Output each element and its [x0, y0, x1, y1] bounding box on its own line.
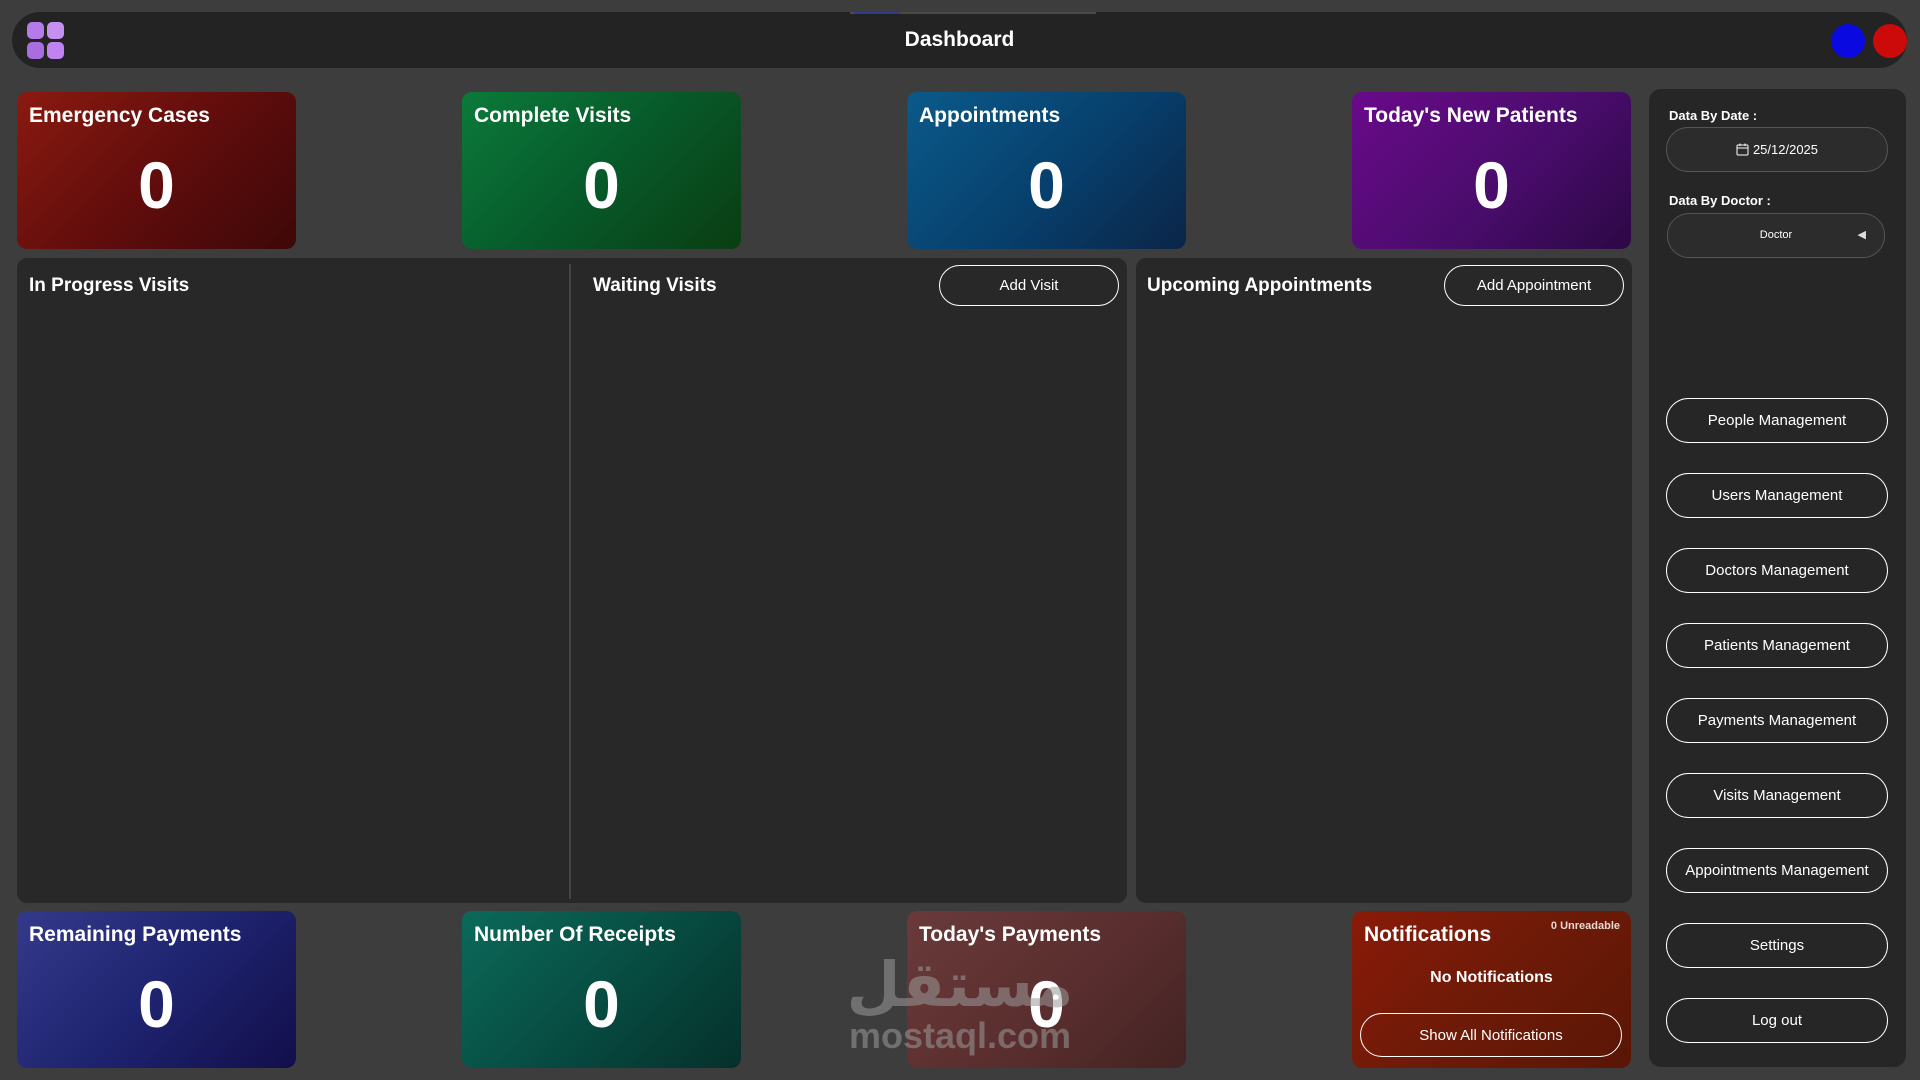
- unread-count: 0 Unreadable: [1550, 920, 1620, 932]
- card-value: 0: [1028, 148, 1065, 222]
- card-value: 0: [1473, 148, 1510, 222]
- in-progress-visits-title: In Progress Visits: [29, 275, 190, 296]
- remaining-payments-card: Remaining Payments 0: [17, 911, 296, 1068]
- doctor-filter-label: Data By Doctor :: [1669, 193, 1771, 208]
- card-value: 0: [138, 148, 175, 222]
- add-visit-button[interactable]: Add Visit: [939, 265, 1119, 306]
- date-filter-label: Data By Date :: [1669, 108, 1758, 123]
- close-button[interactable]: [1873, 24, 1907, 58]
- appointments-management-button[interactable]: Appointments Management: [1666, 848, 1888, 893]
- card-label: Complete Visits: [474, 104, 632, 127]
- title-bar-accent: [850, 12, 1096, 14]
- minimize-button[interactable]: [1831, 24, 1865, 58]
- show-all-notifications-button[interactable]: Show All Notifications: [1360, 1013, 1622, 1057]
- caret-left-icon: ◀: [1857, 229, 1866, 241]
- upcoming-appointments-title: Upcoming Appointments: [1147, 275, 1373, 296]
- doctors-management-button[interactable]: Doctors Management: [1666, 548, 1888, 593]
- card-label: Emergency Cases: [29, 104, 210, 127]
- panel-divider: [569, 264, 571, 899]
- waiting-visits-title: Waiting Visits: [593, 275, 717, 296]
- complete-visits-card: Complete Visits 0: [462, 92, 741, 249]
- notifications-card: Notifications 0 Unreadable No Notificati…: [1352, 911, 1631, 1068]
- card-label: Today's Payments: [919, 923, 1102, 946]
- people-management-button[interactable]: People Management: [1666, 398, 1888, 443]
- appointments-card: Appointments 0: [907, 92, 1186, 249]
- card-value: 0: [138, 967, 175, 1041]
- card-value: 0: [583, 148, 620, 222]
- settings-button[interactable]: Settings: [1666, 923, 1888, 968]
- number-of-receipts-card: Number Of Receipts 0: [462, 911, 741, 1068]
- card-label: Today's New Patients: [1364, 104, 1578, 127]
- visits-panel: In Progress Visits Waiting Visits Add Vi…: [17, 258, 1127, 903]
- visits-management-button[interactable]: Visits Management: [1666, 773, 1888, 818]
- card-label: Notifications: [1364, 923, 1492, 946]
- card-label: Number Of Receipts: [474, 923, 676, 946]
- card-label: Remaining Payments: [29, 923, 242, 946]
- watermark: مستقل mostaql.com: [840, 950, 1080, 1060]
- upcoming-appointments-panel: Upcoming Appointments Add Appointment: [1136, 258, 1632, 903]
- page-title: Dashboard: [904, 28, 1015, 51]
- new-patients-card: Today's New Patients 0: [1352, 92, 1631, 249]
- no-notifications-text: No Notifications: [1430, 969, 1553, 986]
- watermark-latin: mostaql.com: [848, 1015, 1072, 1056]
- card-label: Appointments: [919, 104, 1061, 127]
- sidebar: Data By Date : 25/12/2025 Data By Doctor…: [1649, 89, 1906, 1067]
- date-value: 25/12/2025: [1752, 142, 1819, 157]
- users-management-button[interactable]: Users Management: [1666, 473, 1888, 518]
- date-picker[interactable]: 25/12/2025: [1666, 127, 1888, 172]
- calendar-icon: [1736, 143, 1749, 156]
- emergency-cases-card: Emergency Cases 0: [17, 92, 296, 249]
- add-appointment-button[interactable]: Add Appointment: [1444, 265, 1624, 306]
- title-bar: Dashboard: [12, 12, 1907, 68]
- patients-management-button[interactable]: Patients Management: [1666, 623, 1888, 668]
- card-value: 0: [583, 967, 620, 1041]
- logout-button[interactable]: Log out: [1666, 998, 1888, 1043]
- watermark-arabic: مستقل: [846, 948, 1074, 1021]
- doctor-select[interactable]: Doctor ◀: [1667, 213, 1885, 258]
- doctor-select-value: Doctor: [1759, 229, 1793, 241]
- payments-management-button[interactable]: Payments Management: [1666, 698, 1888, 743]
